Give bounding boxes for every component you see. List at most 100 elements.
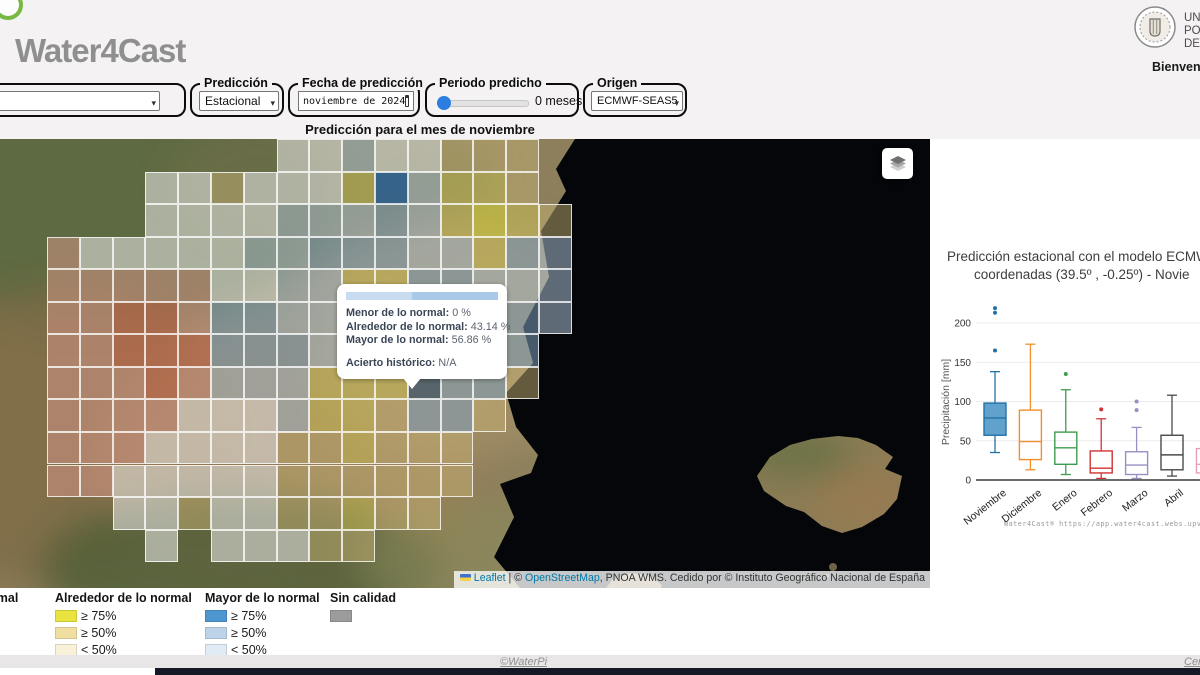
map-grid-cell[interactable]: [211, 367, 244, 400]
map-grid-cell[interactable]: [375, 237, 408, 270]
map-grid-cell[interactable]: [47, 399, 80, 432]
map[interactable]: Menor de lo normal: 0 % Alrededor de lo …: [0, 139, 930, 588]
map-grid-cell[interactable]: [342, 530, 375, 563]
prediccion-select[interactable]: Estacional ▾: [199, 91, 279, 111]
map-grid-cell[interactable]: [211, 237, 244, 270]
map-grid-cell[interactable]: [178, 269, 211, 302]
map-grid-cell[interactable]: [277, 367, 310, 400]
map-grid-cell[interactable]: [80, 302, 113, 335]
map-grid-cell[interactable]: [309, 172, 342, 205]
map-grid-cell[interactable]: [277, 269, 310, 302]
map-grid-cell[interactable]: [375, 172, 408, 205]
origen-select[interactable]: ECMWF-SEAS5 ▾: [591, 91, 683, 111]
map-grid-cell[interactable]: [277, 172, 310, 205]
map-grid-cell[interactable]: [441, 399, 474, 432]
map-grid-cell[interactable]: [342, 172, 375, 205]
calendar-icon[interactable]: [405, 95, 409, 107]
map-grid-cell[interactable]: [309, 432, 342, 465]
map-grid-cell[interactable]: [506, 237, 539, 270]
map-grid-cell[interactable]: [80, 367, 113, 400]
map-grid-cell[interactable]: [342, 432, 375, 465]
map-grid-cell[interactable]: [113, 269, 146, 302]
map-grid-cell[interactable]: [309, 530, 342, 563]
map-grid-cell[interactable]: [113, 432, 146, 465]
map-grid-cell[interactable]: [47, 302, 80, 335]
map-grid-cell[interactable]: [408, 399, 441, 432]
map-grid-cell[interactable]: [375, 432, 408, 465]
map-grid-cell[interactable]: [539, 237, 572, 270]
map-grid-cell[interactable]: [375, 399, 408, 432]
map-grid-cell[interactable]: [113, 302, 146, 335]
periodo-slider[interactable]: [439, 100, 529, 107]
map-grid-cell[interactable]: [309, 497, 342, 530]
map-grid-cell[interactable]: [342, 399, 375, 432]
map-grid-cell[interactable]: [178, 367, 211, 400]
map-grid-cell[interactable]: [408, 172, 441, 205]
map-grid-cell[interactable]: [441, 465, 474, 498]
map-grid-cell[interactable]: [145, 237, 178, 270]
map-grid-cell[interactable]: [244, 204, 277, 237]
map-grid-cell[interactable]: [408, 465, 441, 498]
map-grid-cell[interactable]: [441, 237, 474, 270]
map-grid-cell[interactable]: [47, 334, 80, 367]
map-grid-cell[interactable]: [342, 139, 375, 172]
map-grid-cell[interactable]: [506, 204, 539, 237]
map-grid-cell[interactable]: [277, 302, 310, 335]
map-grid-cell[interactable]: [80, 334, 113, 367]
map-grid-cell[interactable]: [375, 465, 408, 498]
map-grid-cell[interactable]: [244, 172, 277, 205]
map-grid-cell[interactable]: [178, 302, 211, 335]
map-grid-cell[interactable]: [80, 269, 113, 302]
map-grid-cell[interactable]: [277, 497, 310, 530]
map-grid-cell[interactable]: [80, 237, 113, 270]
map-grid-cell[interactable]: [47, 237, 80, 270]
map-grid-cell[interactable]: [211, 465, 244, 498]
map-grid-cell[interactable]: [539, 269, 572, 302]
map-grid-cell[interactable]: [211, 497, 244, 530]
map-grid-cell[interactable]: [178, 172, 211, 205]
map-grid-cell[interactable]: [47, 367, 80, 400]
map-grid-cell[interactable]: [539, 204, 572, 237]
map-grid-cell[interactable]: [113, 334, 146, 367]
map-grid-cell[interactable]: [539, 302, 572, 335]
map-grid-cell[interactable]: [342, 204, 375, 237]
map-grid-cell[interactable]: [408, 432, 441, 465]
map-grid-cell[interactable]: [375, 139, 408, 172]
map-grid-cell[interactable]: [506, 367, 539, 400]
map-grid-cell[interactable]: [342, 237, 375, 270]
map-grid-cell[interactable]: [178, 204, 211, 237]
map-grid-cell[interactable]: [309, 237, 342, 270]
map-grid-cell[interactable]: [441, 204, 474, 237]
region-select[interactable]: ▾: [0, 91, 160, 111]
map-grid-cell[interactable]: [408, 204, 441, 237]
map-grid-cell[interactable]: [178, 237, 211, 270]
map-grid-cell[interactable]: [244, 334, 277, 367]
map-grid-cell[interactable]: [211, 172, 244, 205]
map-grid-cell[interactable]: [145, 465, 178, 498]
map-grid-cell[interactable]: [211, 432, 244, 465]
map-grid-cell[interactable]: [178, 497, 211, 530]
map-grid-cell[interactable]: [211, 334, 244, 367]
map-grid-cell[interactable]: [145, 172, 178, 205]
map-grid-cell[interactable]: [178, 399, 211, 432]
map-grid-cell[interactable]: [113, 497, 146, 530]
map-grid-cell[interactable]: [244, 269, 277, 302]
map-grid-cell[interactable]: [277, 465, 310, 498]
map-grid-cell[interactable]: [309, 204, 342, 237]
map-grid-cell[interactable]: [277, 334, 310, 367]
map-grid-cell[interactable]: [506, 269, 539, 302]
map-grid-cell[interactable]: [244, 399, 277, 432]
map-grid-cell[interactable]: [342, 465, 375, 498]
map-grid-cell[interactable]: [145, 204, 178, 237]
map-grid-cell[interactable]: [47, 432, 80, 465]
map-grid-cell[interactable]: [473, 237, 506, 270]
map-grid-cell[interactable]: [47, 269, 80, 302]
map-grid-cell[interactable]: [145, 497, 178, 530]
map-grid-cell[interactable]: [47, 465, 80, 498]
map-grid-cell[interactable]: [80, 399, 113, 432]
map-grid-cell[interactable]: [441, 139, 474, 172]
map-grid-cell[interactable]: [309, 139, 342, 172]
layers-control-button[interactable]: [882, 148, 913, 179]
map-grid-cell[interactable]: [211, 399, 244, 432]
map-grid-cell[interactable]: [277, 530, 310, 563]
